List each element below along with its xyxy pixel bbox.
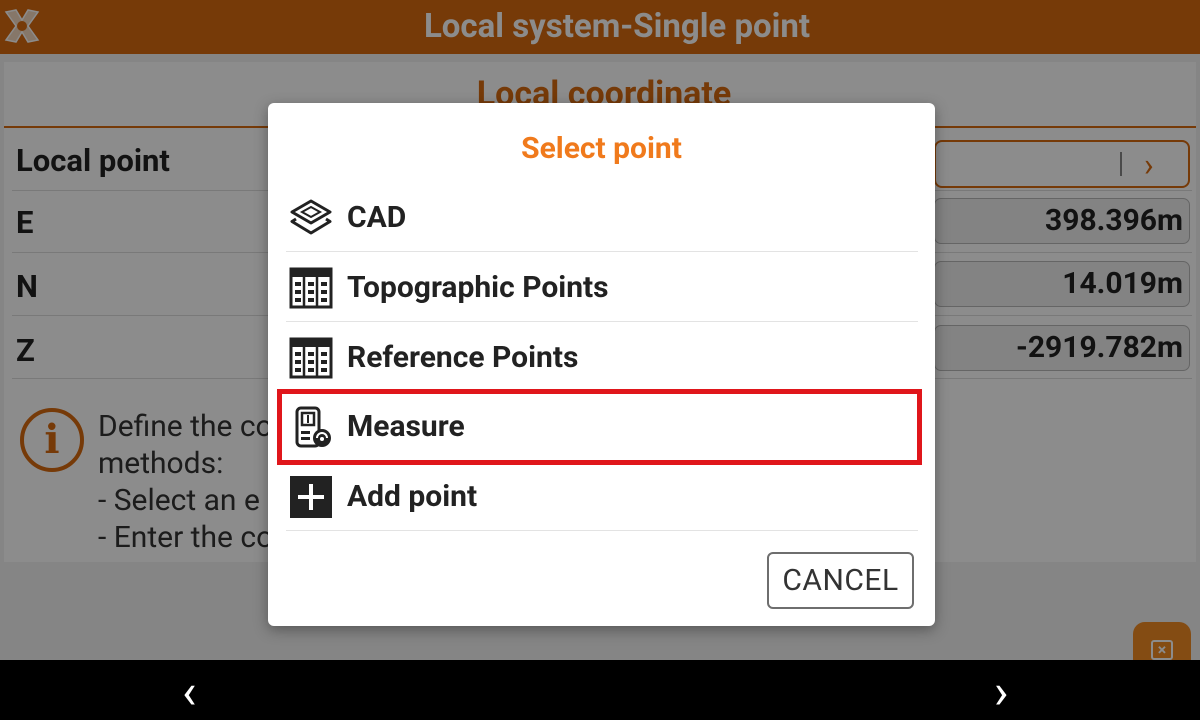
- option-label: Add point: [347, 479, 478, 514]
- option-cad[interactable]: CAD: [284, 183, 918, 253]
- option-divider: [286, 321, 918, 322]
- table-icon: [289, 337, 333, 379]
- layers-icon: [290, 199, 332, 235]
- system-nav-bar: ‹ ›: [0, 660, 1200, 720]
- option-reference-points[interactable]: Reference Points: [284, 323, 918, 393]
- selection-highlight: [277, 389, 922, 465]
- chevron-left-icon[interactable]: ‹: [182, 668, 196, 716]
- dialog-title: Select point: [521, 131, 682, 166]
- option-divider: [286, 251, 918, 252]
- table-icon: [289, 267, 333, 309]
- option-topographic-points[interactable]: Topographic Points: [284, 253, 918, 323]
- option-add-point[interactable]: Add point: [284, 462, 918, 532]
- cancel-button[interactable]: CANCEL: [767, 552, 914, 609]
- select-point-dialog: Select point CAD Topographic Points Refe…: [268, 103, 935, 626]
- option-label: CAD: [347, 200, 407, 235]
- option-divider: [286, 530, 918, 531]
- option-label: Topographic Points: [347, 270, 609, 305]
- plus-icon: [290, 476, 332, 518]
- option-label: Reference Points: [347, 340, 579, 375]
- chevron-right-icon[interactable]: ›: [994, 668, 1008, 716]
